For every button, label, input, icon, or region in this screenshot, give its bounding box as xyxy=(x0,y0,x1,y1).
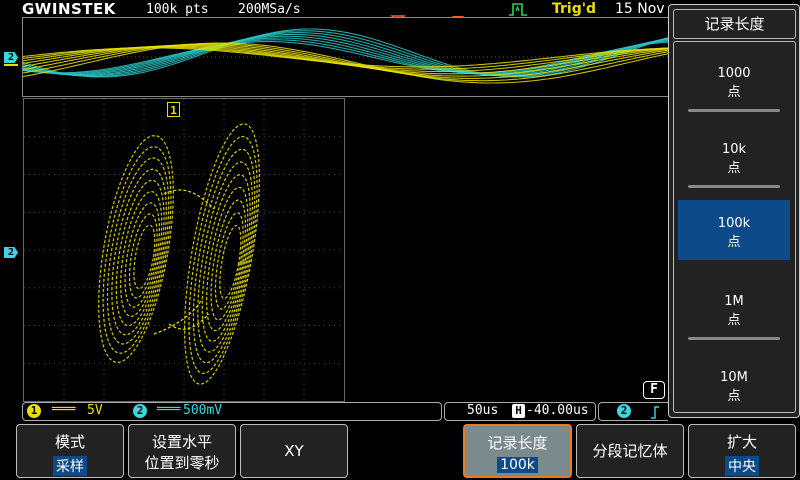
softkey-set-horizontal-label2: 位置到零秒 xyxy=(144,454,220,472)
softkey-expand-value: 中央 xyxy=(725,456,759,476)
softkey-segmented-memory-label: 分段记忆体 xyxy=(592,442,668,460)
option-unit: 点 xyxy=(727,313,741,328)
softkey-xy[interactable]: XY xyxy=(240,424,348,478)
xy-trace-left-lobe xyxy=(133,224,156,290)
ch1-scale: 5V xyxy=(87,403,103,418)
softkey-expand[interactable]: 扩大 中央 xyxy=(688,424,796,478)
xy-trace-right-lobe xyxy=(197,161,254,353)
overview-waveform-plot xyxy=(22,28,672,84)
record-length-side-menu: 记录长度 1000 点 10k 点 100k 点 1M 点 10M 点 xyxy=(668,4,800,418)
softkey-set-horizontal-label: 设置水平 xyxy=(151,433,212,451)
sample-rate-readout: 200MSa/s xyxy=(238,2,301,17)
waveform-overview[interactable] xyxy=(22,17,672,97)
ch2-offset-marker-main[interactable]: 2 xyxy=(4,247,18,258)
filter-badge: F xyxy=(643,381,665,399)
xy-trace-right-lobe xyxy=(201,174,251,342)
option-value: 1M xyxy=(724,294,744,309)
trigger-status: Trig'd xyxy=(552,1,597,17)
rising-edge-icon xyxy=(651,406,659,419)
channel-status-bar: 1 ═══ 5V 2 ═══ 500mV 50us H -40.00us 2 xyxy=(22,402,668,422)
softkey-segmented-memory[interactable]: 分段记忆体 xyxy=(576,424,684,478)
option-divider xyxy=(688,109,780,112)
option-unit: 点 xyxy=(727,85,741,100)
softkey-mode-label: 模式 xyxy=(54,433,85,451)
option-1000-points[interactable]: 1000 点 xyxy=(678,56,790,116)
softkey-xy-label: XY xyxy=(284,442,304,460)
softkey-mode-value: 采样 xyxy=(53,456,87,476)
xy-trace-right-lobe xyxy=(214,212,244,310)
timebase-scale: 50us xyxy=(467,403,499,418)
option-unit: 点 xyxy=(727,235,741,250)
top-status-bar: GWINSTEK 100k pts 200MSa/s Trig'd 15 Nov xyxy=(0,0,670,18)
softkey-expand-label: 扩大 xyxy=(726,433,757,451)
ch1-marker[interactable]: 1 xyxy=(167,102,180,117)
date-readout: 15 Nov xyxy=(615,1,665,17)
option-unit: 点 xyxy=(727,389,741,404)
option-1m-points[interactable]: 1M 点 xyxy=(678,284,790,344)
brand-logo: GWINSTEK xyxy=(22,0,116,18)
xy-trace-right-lobe xyxy=(192,148,256,364)
ch2-scale: 500mV xyxy=(183,403,223,418)
ch1-offset-tick-overview xyxy=(4,64,18,66)
side-menu-options: 1000 点 10k 点 100k 点 1M 点 10M 点 xyxy=(673,41,796,413)
softkey-set-horizontal-zero[interactable]: 设置水平 位置到零秒 xyxy=(128,424,236,478)
softkey-record-length-value: 100k xyxy=(497,457,538,473)
option-100k-points[interactable]: 100k 点 xyxy=(678,200,790,260)
trigger-edge-icon xyxy=(509,3,527,16)
option-10k-points[interactable]: 10k 点 xyxy=(678,132,790,192)
timebase-box[interactable]: 50us H -40.00us xyxy=(444,402,596,421)
softkey-record-length[interactable]: 记录长度 100k xyxy=(463,424,572,478)
xy-trace-right-lobe xyxy=(188,136,258,374)
dc-coupling-icon: ═══ xyxy=(52,402,76,417)
option-value: 10k xyxy=(721,142,747,157)
side-menu-title: 记录长度 xyxy=(673,9,796,39)
channel-scales-box[interactable]: 1 ═══ 5V 2 ═══ 500mV xyxy=(22,402,442,421)
trigger-source-badge: 2 xyxy=(617,404,631,418)
ch2-badge: 2 xyxy=(133,404,147,418)
ch2-offset-marker-overview[interactable]: 2 xyxy=(4,52,18,63)
trigger-box[interactable]: 2 xyxy=(598,402,668,421)
softkey-mode[interactable]: 模式 采样 xyxy=(16,424,124,478)
record-points-readout: 100k pts xyxy=(146,2,209,17)
xy-waveform-display xyxy=(24,99,344,401)
option-divider xyxy=(688,185,780,188)
option-value: 10M xyxy=(720,370,748,385)
ch1-badge: 1 xyxy=(27,404,41,418)
option-value: 100k xyxy=(717,216,751,231)
horizontal-position: -40.00us xyxy=(526,403,589,418)
option-value: 1000 xyxy=(717,66,751,81)
option-divider xyxy=(688,337,780,340)
xy-trace-right-lobe xyxy=(184,123,260,385)
horizontal-position-icon: H xyxy=(512,404,525,418)
xy-plot-area[interactable] xyxy=(23,98,345,402)
option-unit: 点 xyxy=(727,161,741,176)
dc-coupling-icon-ch2: ═══ xyxy=(157,402,181,417)
xy-trace-left-lobe xyxy=(98,135,174,363)
softkey-record-length-label: 记录长度 xyxy=(487,434,548,452)
option-10m-points[interactable]: 10M 点 xyxy=(678,360,790,420)
